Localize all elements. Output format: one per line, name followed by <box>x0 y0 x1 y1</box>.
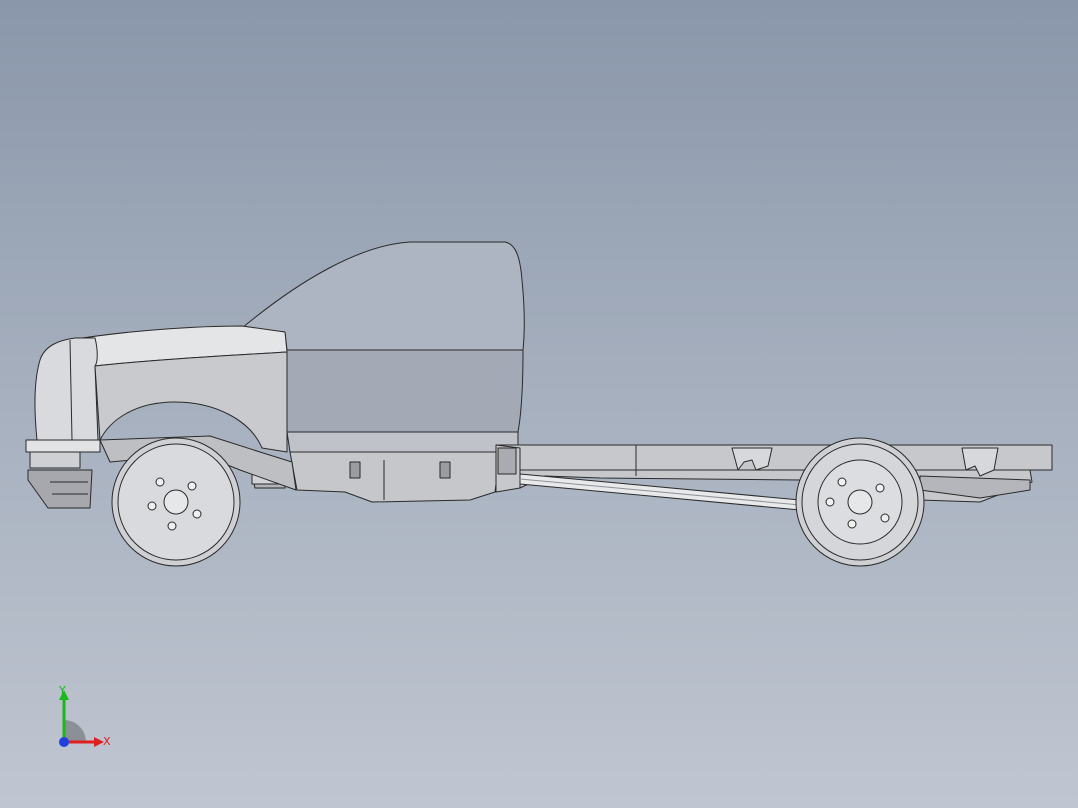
cab-lower-panel <box>283 349 524 433</box>
front-grille <box>34 337 99 441</box>
rear-wheel <box>795 437 925 567</box>
front-wheel <box>111 437 241 567</box>
front-bumper <box>25 439 101 453</box>
cab-sill <box>286 431 519 453</box>
graphics-viewport[interactable]: Y X <box>0 0 1078 808</box>
rocker-panel <box>289 451 501 503</box>
axis-x-label: X <box>103 735 111 748</box>
axis-y-label: Y <box>58 684 66 697</box>
truck-chassis-model[interactable] <box>0 0 1078 808</box>
axis-triad: Y X <box>58 684 111 748</box>
